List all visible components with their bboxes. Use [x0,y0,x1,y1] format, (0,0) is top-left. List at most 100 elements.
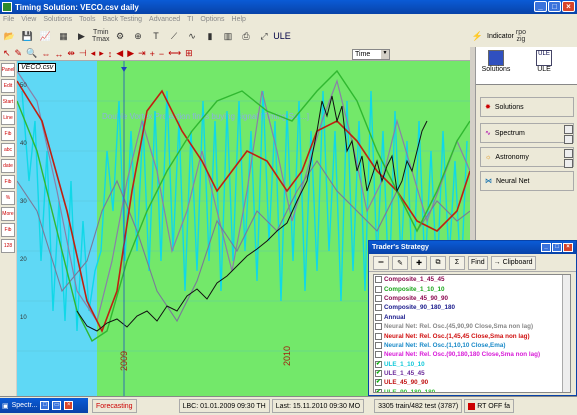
spectrum-options-icon[interactable] [564,125,573,134]
strategy-item[interactable]: ✔ ULE_45_90_90 [374,378,570,387]
menu-solutions[interactable]: Solutions [43,16,72,23]
minus-icon[interactable]: ═ [373,255,389,270]
strategy-minimize-button[interactable]: _ [541,243,551,252]
rpo-zig-button[interactable]: rpo zig [516,29,526,44]
zoom-out-icon[interactable]: − [159,49,164,59]
open-icon[interactable]: 📂 [2,29,17,44]
step-left-icon[interactable]: ◀ [116,48,123,59]
left-tool-start[interactable]: Start [1,95,15,109]
strategy-item[interactable]: ✔ ULE_1_10_10 [374,360,570,369]
bars-icon[interactable]: ▥ [221,29,236,44]
menu-advanced[interactable]: Advanced [149,16,180,23]
strategy-item-checkbox[interactable] [375,313,382,321]
spectr-restore-button[interactable]: □ [40,401,50,410]
status-rt[interactable]: RT OFF fa [464,399,515,413]
settings-icon[interactable]: ⚙ [113,29,128,44]
fit-icon[interactable]: ⤢ [257,29,272,44]
strategy-item-checkbox[interactable] [375,276,382,284]
left-tool-percent[interactable]: % [1,191,15,205]
text-icon[interactable]: T [149,29,164,44]
strategy-item[interactable]: Neural Net: Rel. Osc.(1,10,10 Close,Ema) [374,341,570,350]
left-tool-fib[interactable]: Fib [1,127,15,141]
astro-icon[interactable]: ⊕ [131,29,146,44]
strategy-item-checkbox[interactable]: ✔ [375,360,382,368]
pencil-icon[interactable]: ✎ [15,48,23,59]
strategy-item-checkbox[interactable]: ✔ [375,388,382,392]
strategy-item[interactable]: ✔ ULE_1_45_45 [374,369,570,378]
strategy-item[interactable]: Composite_1_45_45 [374,275,570,284]
menu-tools[interactable]: Tools [79,16,95,23]
table-icon[interactable]: ▦ [56,29,71,44]
left-arrow-icon[interactable]: ◂ [91,48,96,59]
print-icon[interactable]: ⎙ [239,29,254,44]
strategy-item[interactable]: ✔ ULE_90_180_180 [374,388,570,392]
strategy-item-checkbox[interactable] [375,351,382,359]
strategy-item[interactable]: Composite_90_180_180 [374,303,570,312]
left-tool-line[interactable]: Line [1,111,15,125]
strategy-item[interactable]: Composite_1_10_10 [374,284,570,293]
left-tool-abc[interactable]: abc [1,143,15,157]
h-zoom-icon[interactable]: ⟷ [168,48,181,59]
edit-icon[interactable]: ✎ [392,255,408,270]
tab-solutions[interactable]: Solutions [480,50,512,73]
chart-icon[interactable]: 📈 [38,29,53,44]
strategy-item-checkbox[interactable] [375,341,382,349]
strategy-item[interactable]: Composite_45_90_90 [374,294,570,303]
time-select[interactable]: Time ▼ [352,49,390,60]
pointer-icon[interactable]: ↖ [3,48,11,59]
menu-help[interactable]: Help [232,16,246,23]
left-tool-date[interactable]: date [1,159,15,173]
trend-icon[interactable]: ⟋ [167,29,182,44]
astronomy-button[interactable]: ☼ Astronomy [480,147,574,167]
sigma-icon[interactable]: Σ [449,255,465,270]
zoom-icon[interactable]: 🔍 [26,48,37,59]
menu-file[interactable]: File [3,16,14,23]
minimize-button[interactable]: _ [534,1,547,12]
copy-icon[interactable]: ⧉ [430,255,446,270]
menu-back-testing[interactable]: Back Testing [102,16,142,23]
astronomy-options-icon[interactable] [564,149,573,158]
find-button[interactable]: Find [468,255,488,270]
astronomy-options2-icon[interactable] [564,159,573,168]
left-tool-edit[interactable]: Edit [1,79,15,93]
clipboard-button[interactable]: → Clipboard [490,255,536,270]
strategy-item-checkbox[interactable]: ✔ [375,379,382,387]
expand-icon[interactable]: ⇹ [67,48,75,59]
zoom-in-icon[interactable]: + [150,49,155,59]
strategy-list[interactable]: Composite_1_45_45 Composite_1_10_10 Compos… [373,274,571,393]
strategy-item-checkbox[interactable] [375,304,382,312]
close-button[interactable]: × [562,1,575,12]
wave-icon[interactable]: ∿ [185,29,200,44]
strategy-item[interactable]: Annual [374,313,570,322]
strategy-maximize-button[interactable]: □ [552,243,562,252]
menu-view[interactable]: View [21,16,36,23]
strategy-item-checkbox[interactable]: ✔ [375,370,382,378]
left-tool-panel[interactable]: Panel [1,63,15,77]
go-end-icon[interactable]: ⇥ [138,48,146,59]
strategy-item[interactable]: Neural Net: Rel. Osc.(90,180,180 Close,S… [374,350,570,359]
v-zoom-icon[interactable]: ⊞ [185,48,193,59]
indicator-icon[interactable]: ⚡ [470,29,485,44]
spectrum-options2-icon[interactable] [564,135,573,144]
solutions-button[interactable]: ✸ Solutions [480,97,574,117]
color-bars-icon[interactable]: ▮ [203,29,218,44]
shrink-icon[interactable]: ↔ [54,49,63,59]
split-icon[interactable]: ⊣ [79,48,87,59]
strategy-scrollbar[interactable] [562,275,570,392]
indicator-button[interactable]: Indicator [487,33,514,40]
neural-net-button[interactable]: ⋈ Neural Net [480,171,574,191]
spectr-close-button[interactable]: × [64,401,74,410]
right-arrow-icon[interactable]: ▸ [99,48,104,59]
strategy-item-checkbox[interactable] [375,285,382,293]
left-tool-more[interactable]: More [1,207,15,221]
spectrum-button[interactable]: ∿ Spectrum [480,123,574,143]
strategy-item-checkbox[interactable] [375,294,382,302]
strategy-close-button[interactable]: × [563,243,573,252]
step-right-icon[interactable]: ▶ [127,48,134,59]
save-icon[interactable]: 💾 [20,29,35,44]
fit-width-icon[interactable]: ⇔ [41,49,50,59]
left-tool-128[interactable]: 128 [1,239,15,253]
tmin-tmax-button[interactable]: Tmin Tmax [92,29,110,44]
run-icon[interactable]: ▶ [74,29,89,44]
strategy-item[interactable]: Neural Net: Rel. Osc.(1,45,45 Close,Sma … [374,331,570,340]
